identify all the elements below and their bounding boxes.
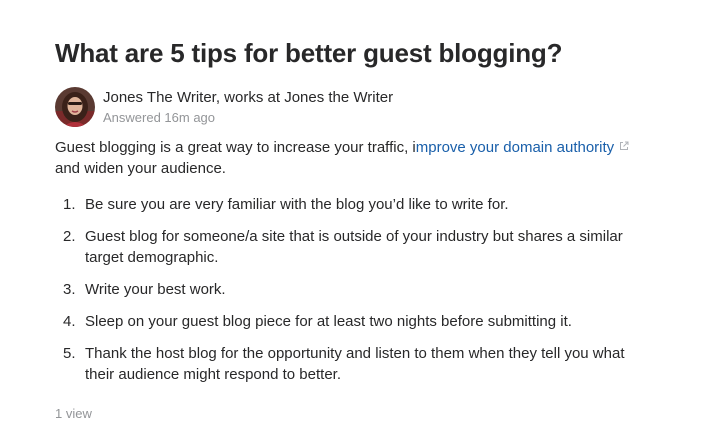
list-item: 4. Sleep on your guest blog piece for at … xyxy=(55,311,655,332)
link-text[interactable]: mprove your domain authority xyxy=(416,139,614,156)
tip-text: Guest blog for someone/a site that is ou… xyxy=(85,228,623,266)
tip-number: 5. xyxy=(63,345,76,362)
view-count[interactable]: 1 view xyxy=(55,406,92,421)
tips-list: 1. Be sure you are very familiar with the… xyxy=(55,194,655,396)
intro-text-end: and widen your audience. xyxy=(55,160,226,177)
tip-number: 1. xyxy=(63,196,76,213)
author-avatar[interactable] xyxy=(55,87,95,127)
author-line: Jones The Writer, works at Jones the Wri… xyxy=(103,89,393,107)
list-item: 5. Thank the host blog for the opportunit… xyxy=(55,343,655,385)
answer-intro: Guest blogging is a great way to increas… xyxy=(55,137,675,179)
author-row: Jones The Writer, works at Jones the Wri… xyxy=(55,87,393,127)
author-credential: , works at Jones the Writer xyxy=(215,89,394,106)
author-info: Jones The Writer, works at Jones the Wri… xyxy=(103,89,393,126)
list-item: 1. Be sure you are very familiar with the… xyxy=(55,194,655,215)
tip-text: Write your best work. xyxy=(85,281,226,298)
tip-number: 4. xyxy=(63,313,76,330)
list-item: 2. Guest blog for someone/a site that is … xyxy=(55,226,655,268)
author-name[interactable]: Jones The Writer xyxy=(103,89,216,106)
external-link-icon xyxy=(620,141,629,150)
avatar-photo-icon xyxy=(55,87,95,127)
tip-text: Thank the host blog for the opportunity … xyxy=(85,345,625,383)
list-item: 3. Write your best work. xyxy=(55,279,655,300)
tip-number: 2. xyxy=(63,228,76,245)
tip-text: Sleep on your guest blog piece for at le… xyxy=(85,313,572,330)
tip-number: 3. xyxy=(63,281,76,298)
intro-text: Guest blogging is a great way to increas… xyxy=(55,139,416,156)
domain-authority-link[interactable]: mprove your domain authority xyxy=(416,139,629,156)
answered-timestamp[interactable]: Answered 16m ago xyxy=(103,110,393,126)
tip-text: Be sure you are very familiar with the b… xyxy=(85,196,509,213)
question-title[interactable]: What are 5 tips for better guest bloggin… xyxy=(55,38,562,69)
